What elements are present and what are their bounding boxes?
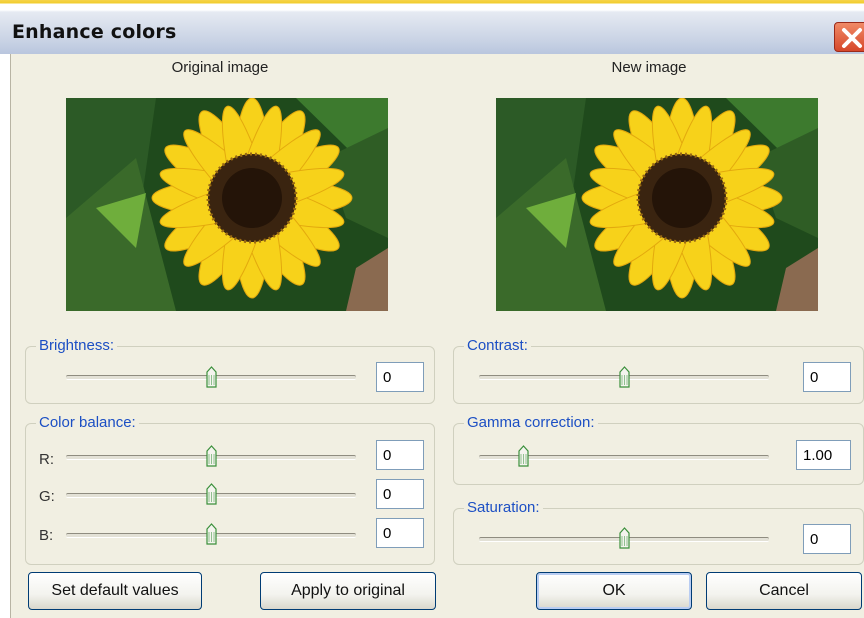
contrast-slider-thumb[interactable]: [619, 366, 630, 388]
brightness-label: Brightness:: [36, 337, 118, 354]
green-channel-label: G:: [39, 488, 55, 505]
close-button[interactable]: [834, 22, 864, 52]
slider-thumb-icon: [206, 445, 217, 467]
red-channel-label: R:: [39, 451, 54, 468]
slider-thumb-icon: [619, 366, 630, 388]
slider-thumb-icon: [206, 523, 217, 545]
close-icon: [842, 28, 862, 48]
green-slider-thumb[interactable]: [206, 483, 217, 505]
slider-thumb-icon: [206, 483, 217, 505]
original-image: [66, 98, 388, 311]
new-image-label: New image: [611, 59, 687, 76]
slider-thumb-icon: [206, 366, 217, 388]
brightness-input[interactable]: 0: [376, 362, 424, 392]
blue-input[interactable]: 0: [376, 518, 424, 548]
original-image-label: Original image: [171, 59, 269, 76]
title-bar[interactable]: Enhance colors: [0, 0, 864, 54]
dialog-body: Original image New image Brightness: 0 C…: [10, 54, 864, 618]
ok-button[interactable]: OK: [536, 572, 692, 610]
slider-thumb-icon: [619, 527, 630, 549]
red-slider-thumb[interactable]: [206, 445, 217, 467]
red-input[interactable]: 0: [376, 440, 424, 470]
contrast-label: Contrast:: [464, 337, 531, 354]
set-default-values-button[interactable]: Set default values: [28, 572, 202, 610]
apply-to-original-button[interactable]: Apply to original: [260, 572, 436, 610]
window-title: Enhance colors: [12, 21, 177, 43]
contrast-input[interactable]: 0: [803, 362, 851, 392]
gamma-slider-thumb[interactable]: [517, 445, 529, 467]
gamma-label: Gamma correction:: [464, 414, 598, 431]
saturation-input[interactable]: 0: [803, 524, 851, 554]
saturation-slider-thumb[interactable]: [619, 527, 630, 549]
new-image: [496, 98, 818, 311]
color-balance-label: Color balance:: [36, 414, 139, 431]
slider-thumb-icon: [517, 445, 529, 467]
cancel-button[interactable]: Cancel: [706, 572, 862, 610]
green-input[interactable]: 0: [376, 479, 424, 509]
blue-channel-label: B:: [39, 527, 54, 544]
blue-slider-thumb[interactable]: [206, 523, 217, 545]
gamma-input[interactable]: 1.00: [796, 440, 851, 470]
brightness-slider-thumb[interactable]: [206, 366, 217, 388]
saturation-label: Saturation:: [464, 499, 543, 516]
